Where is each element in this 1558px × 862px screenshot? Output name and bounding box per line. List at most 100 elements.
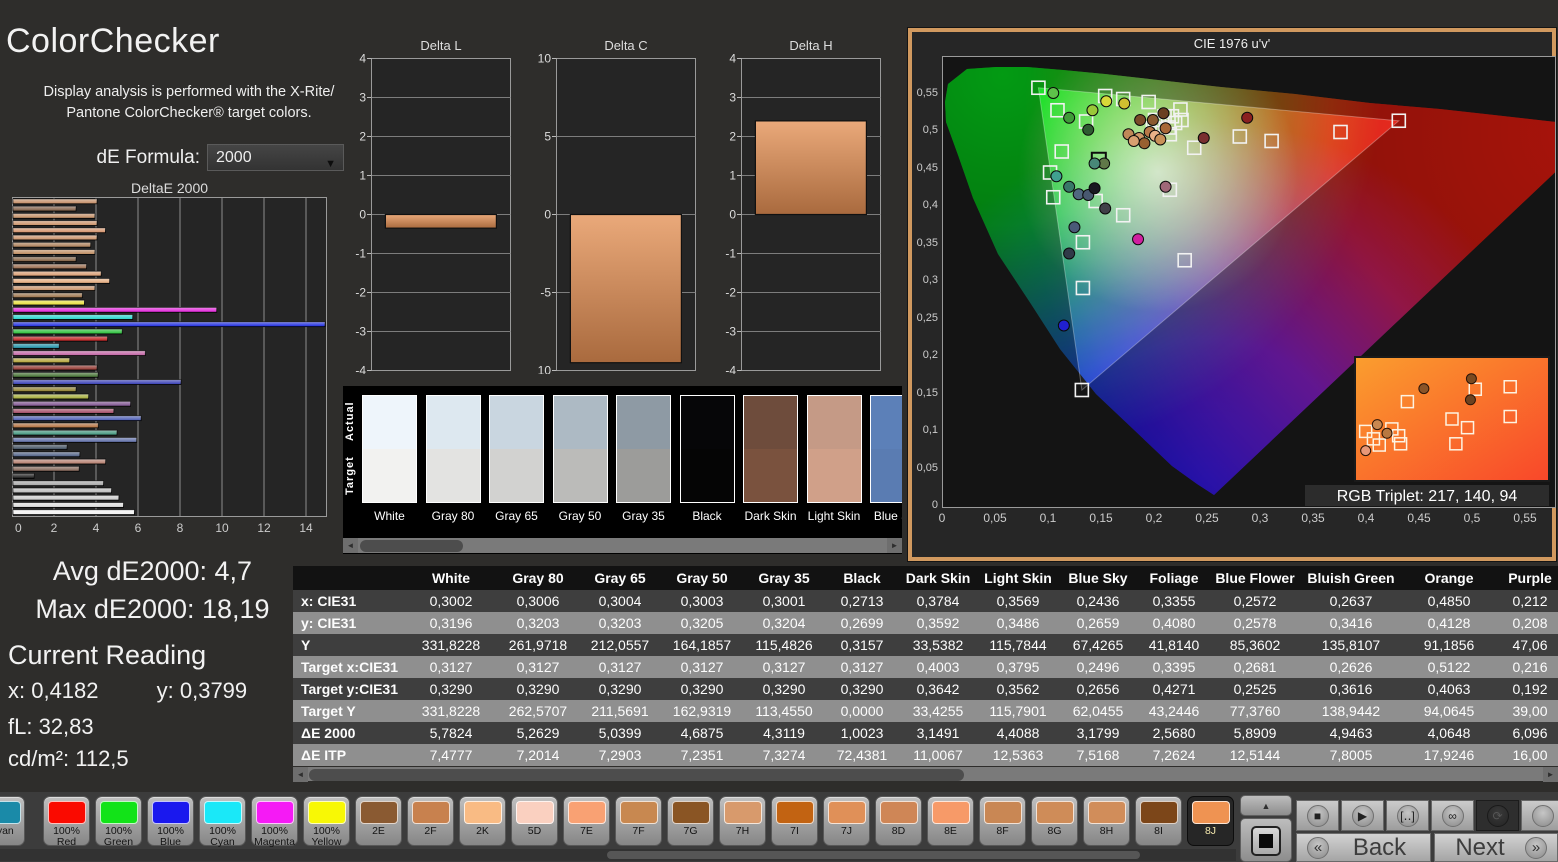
cie-y-tick: 0,25 [912,312,938,324]
table-cell: 0,3196 [405,612,497,634]
table-cell: 0,4080 [1137,612,1211,634]
stop-measure-button[interactable] [1240,818,1292,862]
patch-tile[interactable]: 2F [407,796,454,846]
patch-tile-label: 2F [408,826,453,837]
table-cell: 43,2446 [1137,700,1211,722]
svg-text:-4: -4 [355,364,366,375]
delta-l-chart: Delta L 43210-1-2-3-4 [353,38,511,379]
bracket-button[interactable]: [‥] [1386,800,1429,831]
measured-circle-marker [1069,222,1080,233]
infinity-button[interactable]: ∞ [1431,800,1474,831]
table-column-header: Black [825,566,899,590]
de-formula-value: 2000 [216,149,252,166]
table-row-label: y: CIE31 [293,612,405,634]
cie-x-tick: 0,25 [1185,511,1229,525]
patch-tile[interactable]: 8D [875,796,922,846]
swatch-label: Gray 35 [616,509,671,523]
patch-tile[interactable]: 7G [667,796,714,846]
patch-tile[interactable]: Cyan [0,796,25,846]
patch-tile[interactable]: 7F [615,796,662,846]
infinity-icon: ∞ [1442,805,1464,827]
tile-scrollbar[interactable] [0,849,1236,861]
stop-button[interactable]: ■ [1296,800,1339,831]
table-scroll-thumb[interactable] [309,769,964,781]
patch-tile[interactable]: 7H [719,796,766,846]
patch-tile[interactable]: 8E [927,796,974,846]
record-button[interactable] [1521,800,1558,831]
delta-c-chart: Delta C 1050-5-10 [538,38,696,379]
table-cell: 0,2525 [1211,678,1299,700]
patch-tile[interactable]: 8I [1135,796,1182,846]
cie-y-tick: 0,3 [912,274,938,286]
scroll-left-icon[interactable]: ◄ [343,538,358,553]
next-button[interactable]: Next » [1434,833,1558,862]
svg-text:0: 0 [729,208,736,222]
table-cell: 0,3290 [825,678,899,700]
table-cell: 0,216 [1495,656,1558,678]
patch-tile[interactable]: 7E [563,796,610,846]
swatch-scrollbar[interactable]: ◄ ► [343,538,902,553]
patch-tile[interactable]: 7J [823,796,870,846]
patch-color-chip [204,801,242,824]
table-row: Target y:CIE310,32900,32900,32900,32900,… [293,678,1558,700]
scroll-right-icon[interactable]: ► [1543,767,1558,782]
table-scrollbar[interactable]: ◄ ► [293,767,1558,781]
measured-circle-marker [1064,248,1075,259]
table-cell: 5,2629 [497,722,579,744]
measured-circle-marker [1048,88,1059,99]
swatch-label: Gray 65 [489,509,544,523]
table-cell: 0,192 [1495,678,1558,700]
patch-tile-label: 7J [824,826,869,837]
patch-tile[interactable]: 2K [459,796,506,846]
table-row: x: CIE310,30020,30060,30040,30030,30010,… [293,590,1558,612]
table-cell: 4,0648 [1403,722,1495,744]
play-button[interactable]: ▶ [1341,800,1384,831]
delta-h-chart: Delta H 43210-1-2-3-4 [723,38,881,379]
patch-tile[interactable]: 5D [511,796,558,846]
patch-tile[interactable]: 100% Cyan [199,796,246,846]
measured-circle-marker [1128,136,1139,147]
table-cell: 0,208 [1495,612,1558,634]
tile-scroll-thumb[interactable] [607,851,1140,859]
table-row-label: Y [293,634,405,656]
table-cell: 6,096 [1495,722,1558,744]
patch-tile[interactable]: 8J [1187,796,1234,846]
swatch-scroll-thumb[interactable] [360,540,463,552]
scroll-right-icon[interactable]: ► [887,538,902,553]
patch-tile[interactable]: 100% Red [43,796,90,846]
patch-tile[interactable]: 8H [1083,796,1130,846]
scroll-left-icon[interactable]: ◄ [293,767,308,782]
swatch-actual [363,396,416,449]
table-cell: 0,4271 [1137,678,1211,700]
table-cell: 115,7901 [977,700,1059,722]
patch-tile[interactable]: 8G [1031,796,1078,846]
swatch-actual [681,396,734,449]
patch-tile[interactable]: 7I [771,796,818,846]
patch-tile[interactable]: 100% Yellow [303,796,350,846]
table-cell: 0,2496 [1059,656,1137,678]
swatch-actual [617,396,670,449]
de-formula-select[interactable]: 2000 ▼ [207,144,344,171]
refresh-button[interactable]: ⟳ [1476,800,1519,831]
measured-circle-marker [1087,105,1098,116]
svg-text:12: 12 [257,521,271,535]
swatch-actual [427,396,480,449]
patch-tile[interactable]: 100% Blue [147,796,194,846]
expand-up-button[interactable]: ▲ [1240,795,1292,816]
patch-tile-label: 2E [356,826,401,837]
patch-tile[interactable]: 8F [979,796,1026,846]
patch-tile[interactable]: 100% Magenta [251,796,298,846]
table-cell: 0,3157 [825,634,899,656]
patch-color-chip [48,801,86,824]
table-column-header: Blue Flower [1211,566,1299,590]
patch-color-chip [568,801,606,824]
table-cell: 0,4063 [1403,678,1495,700]
back-button[interactable]: « Back [1296,833,1431,862]
patch-tile[interactable]: 100% Green [95,796,142,846]
dropdown-arrow-icon: ▼ [325,151,336,177]
cie-x-tick: 0,35 [1291,511,1335,525]
patch-tile[interactable]: 2E [355,796,402,846]
cie-y-tick: 0,55 [912,87,938,99]
table-cell: 0,2656 [1059,678,1137,700]
swatch-actual [871,396,902,449]
